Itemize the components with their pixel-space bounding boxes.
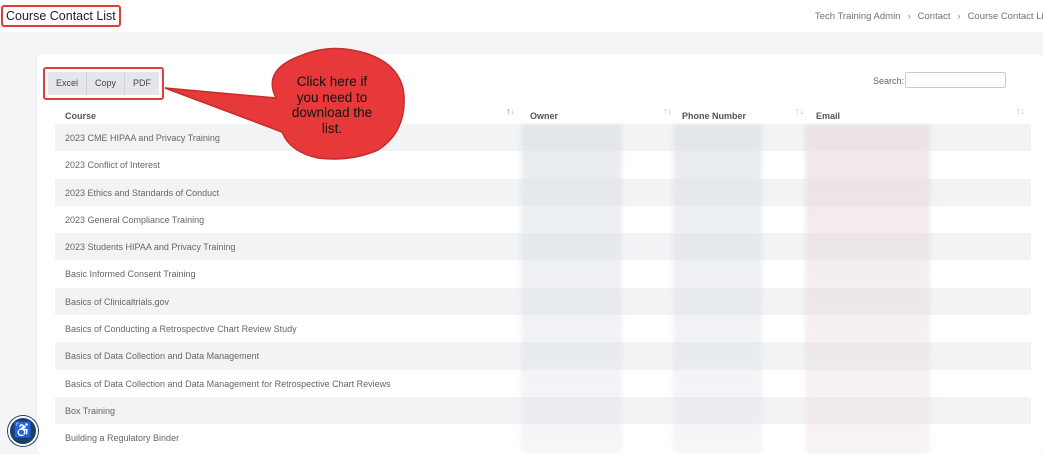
course-cell[interactable]: Box Training — [65, 406, 115, 416]
breadcrumb-item-current: Course Contact List — [967, 11, 1043, 22]
export-button-group: Excel Copy PDF — [43, 67, 165, 100]
course-cell[interactable]: Basic Informed Consent Training — [65, 269, 196, 279]
course-cell[interactable]: Basics of Conducting a Retrospective Cha… — [65, 324, 297, 334]
course-cell[interactable]: Basics of Data Collection and Data Manag… — [65, 379, 391, 389]
sort-icon[interactable]: ↑↓ — [506, 106, 515, 116]
column-header-email[interactable]: Email — [816, 111, 840, 121]
redacted-phone-column — [673, 124, 762, 454]
sort-icon[interactable]: ↑↓ — [795, 106, 804, 116]
copy-button[interactable]: Copy — [87, 72, 126, 95]
course-cell[interactable]: 2023 CME HIPAA and Privacy Training — [65, 133, 220, 143]
column-header-owner[interactable]: Owner — [530, 111, 558, 121]
course-cell[interactable]: Basics of Clinicaltrials.gov — [65, 297, 169, 307]
excel-button[interactable]: Excel — [48, 72, 88, 95]
redacted-owner-column — [521, 124, 622, 454]
column-header-phone-number[interactable]: Phone Number — [682, 111, 746, 121]
search-label: Search: — [873, 76, 905, 86]
course-cell[interactable]: 2023 Ethics and Standards of Conduct — [65, 188, 219, 198]
redacted-email-column — [805, 124, 930, 454]
search-input[interactable] — [905, 72, 1006, 88]
course-cell[interactable]: 2023 Students HIPAA and Privacy Training — [65, 242, 235, 252]
course-cell[interactable]: Basics of Data Collection and Data Manag… — [65, 351, 259, 361]
page-title: Course Contact List — [1, 5, 121, 27]
top-bar: Course Contact List Tech Training Admin ›… — [0, 0, 1043, 32]
course-cell[interactable]: 2023 General Compliance Training — [65, 215, 204, 225]
sort-icon[interactable]: ↑↓ — [663, 106, 672, 116]
breadcrumb-item-contact[interactable]: Contact — [918, 11, 951, 22]
breadcrumb: Tech Training Admin › Contact › Course Conta… — [815, 11, 1043, 22]
breadcrumb-item-tech-training-admin[interactable]: Tech Training Admin — [815, 11, 901, 22]
course-cell[interactable]: 2023 Conflict of Interest — [65, 160, 160, 170]
course-cell[interactable]: Building a Regulatory Binder — [65, 433, 179, 443]
pdf-button[interactable]: PDF — [125, 72, 160, 95]
breadcrumb-separator: › — [907, 11, 911, 22]
accessibility-icon[interactable]: ♿ — [8, 416, 38, 446]
sort-icon[interactable]: ↑↓ — [1016, 106, 1025, 116]
column-header-course[interactable]: Course — [65, 111, 96, 121]
breadcrumb-separator: › — [957, 11, 961, 22]
